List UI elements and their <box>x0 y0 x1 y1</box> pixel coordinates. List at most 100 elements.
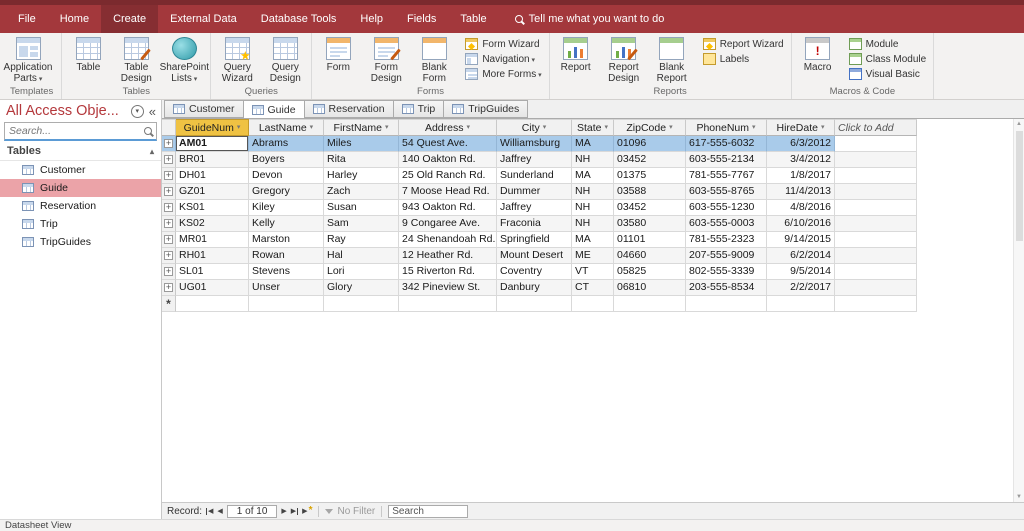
cell[interactable]: Susan <box>324 200 399 216</box>
shutter-close-icon[interactable]: « <box>149 105 156 118</box>
cell[interactable]: RH01 <box>176 248 249 264</box>
cell[interactable]: 03588 <box>614 184 686 200</box>
row-selector[interactable]: + <box>162 184 176 200</box>
cell[interactable]: NH <box>572 216 614 232</box>
cell[interactable]: Rowan <box>249 248 324 264</box>
cell[interactable]: 01375 <box>614 168 686 184</box>
cell[interactable]: NH <box>572 152 614 168</box>
row-selector[interactable]: + <box>162 248 176 264</box>
cell[interactable]: Sunderland <box>497 168 572 184</box>
cell[interactable]: Miles <box>324 136 399 152</box>
filter-status[interactable]: No Filter <box>325 506 375 517</box>
select-all-corner[interactable] <box>162 119 176 136</box>
expand-plus-icon[interactable]: + <box>164 187 173 196</box>
cell[interactable]: SL01 <box>176 264 249 280</box>
first-record-button[interactable]: ◀ <box>206 507 213 515</box>
cell[interactable]: 05825 <box>614 264 686 280</box>
cell[interactable]: 25 Old Ranch Rd. <box>399 168 497 184</box>
column-header-zipcode[interactable]: ZipCode ▾ <box>614 119 686 136</box>
cell[interactable]: Lori <box>324 264 399 280</box>
cell[interactable] <box>572 296 614 312</box>
scroll-up-icon[interactable]: ▲ <box>1016 119 1022 129</box>
cell[interactable]: Kelly <box>249 216 324 232</box>
row-selector[interactable]: + <box>162 136 176 152</box>
column-header-lastname[interactable]: LastName ▾ <box>249 119 324 136</box>
cell[interactable]: 207-555-9009 <box>686 248 767 264</box>
expand-plus-icon[interactable]: + <box>164 283 173 292</box>
cell[interactable] <box>249 296 324 312</box>
cell[interactable]: Zach <box>324 184 399 200</box>
cell[interactable]: KS01 <box>176 200 249 216</box>
ribbon-tab-database-tools[interactable]: Database Tools <box>249 5 349 33</box>
cell[interactable]: Hal <box>324 248 399 264</box>
cell[interactable]: 1/8/2017 <box>767 168 835 184</box>
cell[interactable]: 781-555-2323 <box>686 232 767 248</box>
vertical-scrollbar[interactable]: ▲ ▼ <box>1013 119 1024 502</box>
cell[interactable]: 943 Oakton Rd. <box>399 200 497 216</box>
cell[interactable] <box>176 296 249 312</box>
header-dropdown-icon[interactable]: ▾ <box>821 120 825 135</box>
collapse-group-icon[interactable]: ▴ <box>150 147 154 156</box>
report-design-button[interactable]: Report Design <box>600 34 648 86</box>
sidebar-item-reservation[interactable]: Reservation <box>0 197 161 215</box>
column-header-hiredate[interactable]: HireDate ▾ <box>767 119 835 136</box>
cell[interactable]: 04660 <box>614 248 686 264</box>
cell[interactable]: 6/3/2012 <box>767 136 835 152</box>
row-selector[interactable]: + <box>162 232 176 248</box>
row-selector[interactable]: + <box>162 200 176 216</box>
cell[interactable]: 9/14/2015 <box>767 232 835 248</box>
cell[interactable]: 06810 <box>614 280 686 296</box>
ribbon-tab-fields[interactable]: Fields <box>395 5 448 33</box>
cell[interactable]: Coventry <box>497 264 572 280</box>
cell[interactable]: 03452 <box>614 200 686 216</box>
row-selector[interactable]: + <box>162 216 176 232</box>
cell[interactable]: 7 Moose Head Rd. <box>399 184 497 200</box>
cell[interactable]: Rita <box>324 152 399 168</box>
column-header-firstname[interactable]: FirstName ▾ <box>324 119 399 136</box>
cell[interactable]: Springfield <box>497 232 572 248</box>
cell[interactable]: Abrams <box>249 136 324 152</box>
cell[interactable]: 03580 <box>614 216 686 232</box>
macro-button[interactable]: Macro <box>794 34 842 86</box>
cell[interactable] <box>835 232 917 248</box>
header-dropdown-icon[interactable]: ▾ <box>669 120 673 135</box>
cell[interactable]: 781-555-7767 <box>686 168 767 184</box>
cell[interactable] <box>497 296 572 312</box>
labels-button[interactable]: Labels <box>700 53 787 65</box>
scroll-down-icon[interactable]: ▼ <box>1016 492 1022 502</box>
form-button[interactable]: Form <box>314 34 362 86</box>
cell[interactable] <box>835 136 917 152</box>
cell[interactable]: MA <box>572 168 614 184</box>
cell[interactable]: DH01 <box>176 168 249 184</box>
cell[interactable]: Stevens <box>249 264 324 280</box>
cell[interactable]: 3/4/2012 <box>767 152 835 168</box>
form-wizard-button[interactable]: Form Wizard <box>462 38 544 50</box>
cell[interactable]: 01101 <box>614 232 686 248</box>
cell[interactable]: Boyers <box>249 152 324 168</box>
cell[interactable]: Fraconia <box>497 216 572 232</box>
cell[interactable]: GZ01 <box>176 184 249 200</box>
record-search-input[interactable] <box>388 504 469 518</box>
cell[interactable] <box>835 200 917 216</box>
ribbon-tab-help[interactable]: Help <box>348 5 395 33</box>
row-selector[interactable]: * <box>162 296 176 312</box>
cell[interactable] <box>835 248 917 264</box>
cell[interactable] <box>614 296 686 312</box>
column-header-address[interactable]: Address ▾ <box>399 119 497 136</box>
more-forms-button[interactable]: More Forms ▾ <box>462 68 544 80</box>
header-dropdown-icon[interactable]: ▾ <box>543 120 547 135</box>
ribbon-tab-table[interactable]: Table <box>448 5 498 33</box>
cell[interactable] <box>835 280 917 296</box>
cell[interactable]: 603-555-1230 <box>686 200 767 216</box>
form-design-button[interactable]: Form Design <box>362 34 410 86</box>
tell-me-box[interactable]: Tell me what you want to do <box>514 5 664 33</box>
cell[interactable]: 01096 <box>614 136 686 152</box>
cell[interactable]: Sam <box>324 216 399 232</box>
header-dropdown-icon[interactable]: ▾ <box>237 120 241 135</box>
row-selector[interactable]: + <box>162 264 176 280</box>
table-button[interactable]: Table <box>64 34 112 86</box>
expand-plus-icon[interactable]: + <box>164 267 173 276</box>
sidebar-item-customer[interactable]: Customer <box>0 161 161 179</box>
expand-plus-icon[interactable]: + <box>164 203 173 212</box>
cell[interactable]: 603-555-0003 <box>686 216 767 232</box>
